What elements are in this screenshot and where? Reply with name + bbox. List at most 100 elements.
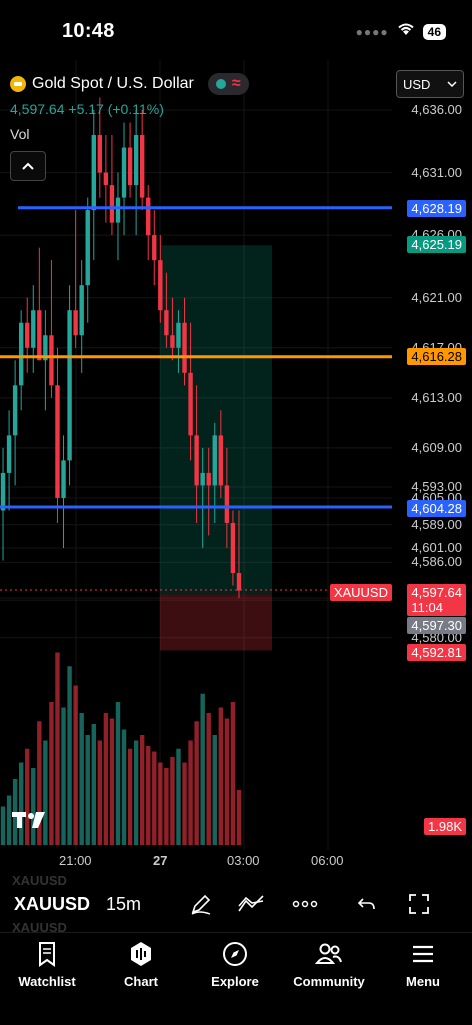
volume-bar [79,713,84,845]
volume-bar [73,685,78,845]
volume-bar [212,735,217,845]
nav-watchlist-label: Watchlist [18,974,76,989]
signal-icon: ●●●● [355,24,389,39]
time-label-2100: 21:00 [59,853,92,868]
candle-body [230,522,236,574]
volume-bar [176,748,181,845]
volume-bar [91,724,96,845]
volume-bar [133,740,139,845]
undo-icon[interactable] [352,889,382,919]
gold-icon [10,76,26,92]
tradingview-logo-icon [12,810,48,835]
price-chart[interactable] [0,60,472,880]
candle-body [12,385,18,436]
nav-watchlist[interactable]: Watchlist [0,941,94,989]
loss-zone [160,594,272,651]
volume-bar [109,718,115,845]
nav-menu[interactable]: Menu [376,941,470,989]
candle-body [115,197,121,223]
candle-body [133,135,139,186]
volume-bar [224,718,230,845]
watchlist-icon [39,942,55,967]
candle-body [212,435,217,486]
wifi-icon [397,22,415,41]
status-icons: ●●●● 46 [356,22,446,41]
price-axis-label: 4,601.00 [411,540,462,555]
menu-icon [413,945,433,963]
volume-bar [206,713,211,845]
collapse-button[interactable] [10,151,46,181]
volume-bar [121,729,127,845]
candle-body [85,210,90,286]
volume-bar [61,707,66,845]
candle-body [121,147,127,198]
volume-bar [158,762,163,845]
candle-body [176,322,181,348]
header-price: 4,597.64 [10,101,65,117]
market-status-pill[interactable]: ≈ [207,73,249,95]
toolbar-interval-button[interactable]: 15m [106,894,141,915]
volume-bar [188,740,193,845]
compass-icon [223,942,247,966]
tag-entry: 4,597.30 [407,617,466,634]
tag-last-price: 4,597.64 11:04 [407,584,466,616]
profit-zone [160,245,272,595]
nav-community[interactable]: Community [282,941,376,989]
currency-select[interactable]: USD [396,70,464,98]
candle-body [73,310,78,336]
tag-line-blue-top: 4,628.19 [407,200,466,217]
candle-body [188,372,193,436]
candle-body [49,335,54,386]
volume-bar [194,721,199,845]
candle-body [236,573,242,591]
volume-bar [85,735,90,845]
volume-bar [170,757,175,845]
volume-bar [127,748,133,845]
candle-body [206,472,211,486]
candle-body [200,472,205,486]
candle-body [55,385,60,498]
volume-bar [146,746,151,845]
volume-bar [55,652,60,845]
candle-body [6,435,12,473]
chart-icon [131,942,151,966]
time-label-27: 27 [153,853,168,868]
candle-body [37,310,42,361]
fullscreen-icon[interactable] [404,889,434,919]
draw-pen-icon[interactable] [186,889,216,919]
candle-body [103,172,109,186]
symbol-header[interactable]: Gold Spot / U.S. Dollar ≈ [10,73,249,95]
nav-chart[interactable]: Chart [94,941,188,989]
nav-explore-label: Explore [211,974,259,989]
tag-stop: 4,592.81 [407,644,466,661]
symbol-name: Gold Spot / U.S. Dollar [32,75,194,92]
more-icon[interactable] [290,889,320,919]
candle-body [146,197,151,236]
candle-body [158,260,163,311]
nav-explore[interactable]: Explore [188,941,282,989]
chevron-up-icon [22,162,34,170]
volume-bar [200,693,205,845]
volume-bar [152,751,157,845]
tag-symbol: XAUUSD [329,584,392,601]
candle-body [194,435,199,486]
volume-bar [182,762,187,845]
volume-bar [67,666,72,845]
last-price-value: 4,597.64 [411,585,462,600]
ghost-symbol-top: XAUUSD [12,873,67,888]
chevron-down-icon [447,81,457,87]
toolbar-symbol-button[interactable]: XAUUSD [14,894,90,915]
volume-label: Vol [10,126,30,142]
candle-body [218,435,224,486]
candle-body [170,335,175,348]
candle-body [127,147,133,186]
countdown-value: 11:04 [411,600,443,615]
price-change-line: 4,597.64 +5.17 (+0.11%) [10,101,164,117]
tag-volume: 1.98K [424,818,466,835]
tag-line-blue-bottom: 4,604.28 [407,500,466,517]
community-icon [315,943,342,964]
nav-chart-label: Chart [124,974,158,989]
indicators-icon[interactable] [236,889,266,919]
candle-body [31,310,36,348]
volume-bar [97,740,103,845]
